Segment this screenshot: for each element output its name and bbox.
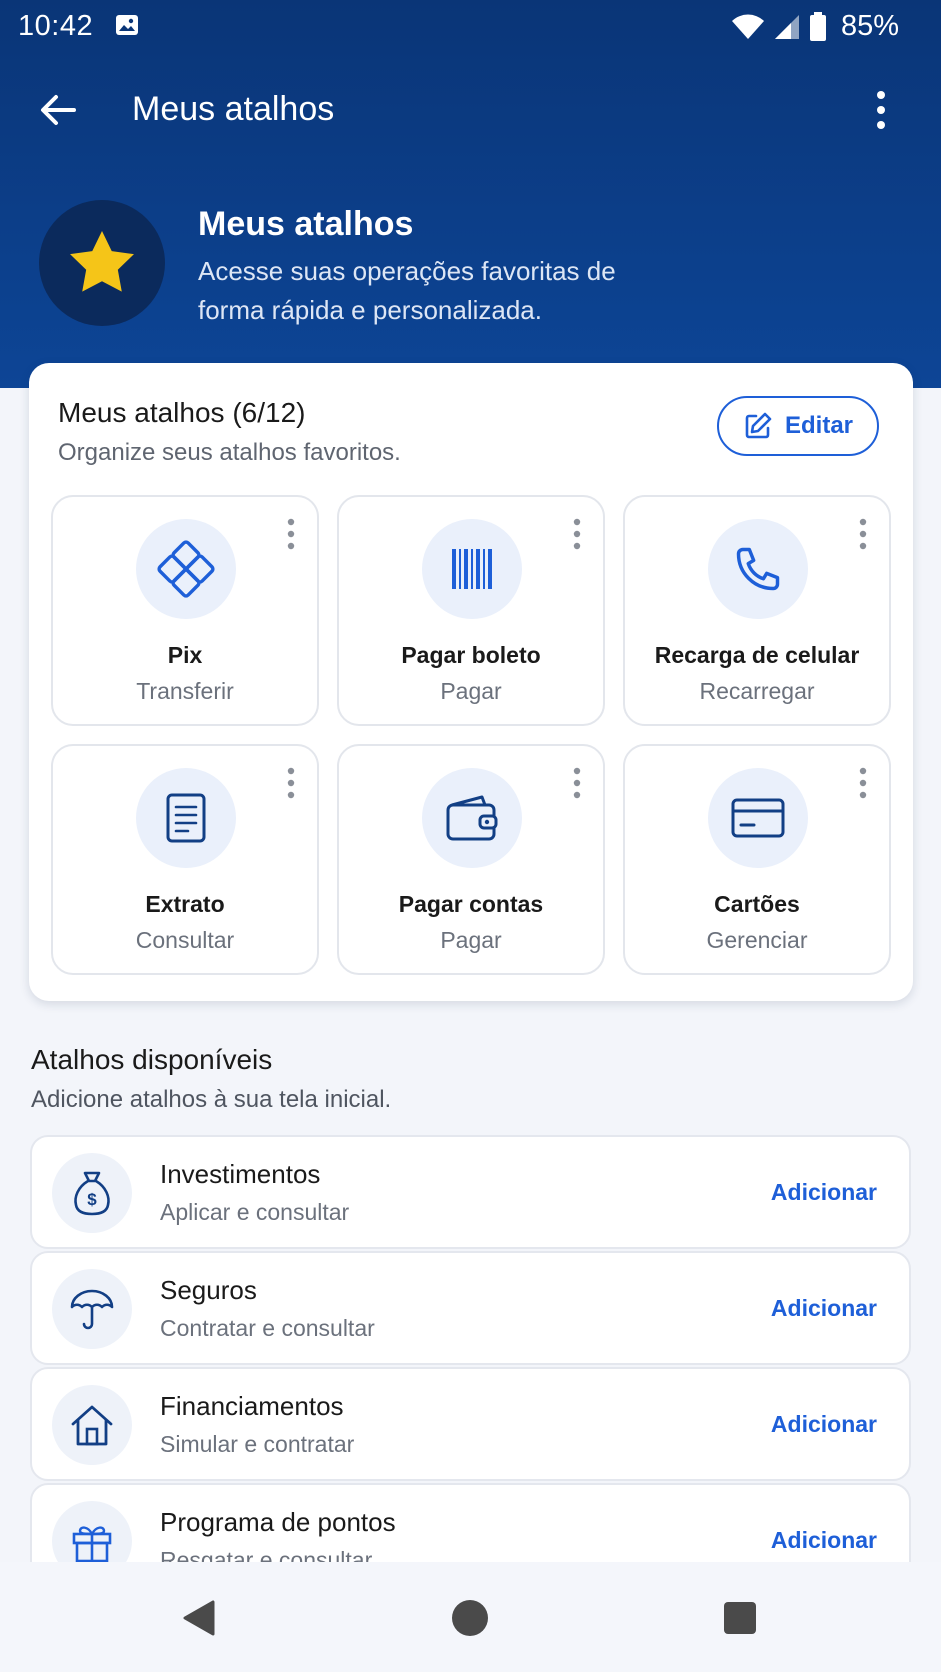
list-item-subtitle: Aplicar e consultar [160, 1199, 350, 1225]
hero-subtitle: Acesse suas operações favoritas de forma… [198, 256, 616, 325]
shortcut-tile-pagar-contas[interactable]: Pagar contas Pagar [337, 744, 605, 975]
available-list: $ Investimentos Aplicar e consultar Adic… [0, 1130, 941, 1562]
tile-more-button[interactable] [567, 766, 587, 800]
tile-more-button[interactable] [281, 517, 301, 551]
hero-title: Meus atalhos [198, 205, 414, 243]
list-item-title: Programa de pontos [160, 1507, 396, 1537]
svg-text:$: $ [87, 1190, 97, 1209]
triangle-back-icon [183, 1600, 215, 1636]
tile-sublabel: Recarregar [699, 678, 815, 704]
list-icon-bg: $ [52, 1153, 132, 1233]
pix-icon [157, 540, 215, 598]
shortcut-tile-extrato[interactable]: Extrato Consultar [51, 744, 319, 975]
arrow-left-icon [41, 95, 76, 125]
shortcut-tile-pix[interactable]: Pix Transferir [51, 495, 319, 726]
cell-signal-icon [774, 14, 799, 39]
list-item-subtitle: Resgatar e consultar [160, 1547, 373, 1562]
phone-icon [736, 547, 780, 591]
add-button[interactable]: Adicionar [771, 1411, 877, 1438]
available-section-title: Atalhos disponíveis [31, 1044, 273, 1075]
edit-icon [745, 412, 772, 439]
list-item-title: Investimentos [160, 1159, 321, 1189]
add-button[interactable]: Adicionar [771, 1527, 877, 1554]
tile-icon-bg [708, 519, 808, 619]
hero-badge [39, 200, 165, 326]
nav-back-button[interactable] [183, 1600, 215, 1641]
tile-sublabel: Consultar [135, 927, 235, 953]
nav-recents-button[interactable] [724, 1602, 756, 1634]
list-item-seguros[interactable]: Seguros Contratar e consultar Adicionar [30, 1251, 911, 1365]
battery-icon [809, 11, 826, 41]
card-subtitle: Organize seus atalhos favoritos. [58, 439, 401, 466]
star-icon [70, 231, 134, 292]
tile-label: Pagar boleto [401, 642, 541, 668]
list-item-subtitle: Contratar e consultar [160, 1315, 375, 1341]
shortcut-tile-cartoes[interactable]: Cartões Gerenciar [623, 744, 891, 975]
tile-label: Cartões [714, 891, 800, 917]
wallet-icon [446, 795, 498, 841]
list-item-programa-de-pontos[interactable]: Programa de pontos Resgatar e consultar … [30, 1483, 911, 1562]
list-item-title: Seguros [160, 1275, 257, 1305]
tile-label: Pagar contas [398, 891, 544, 917]
nav-home-button[interactable] [452, 1600, 488, 1636]
list-item-investimentos[interactable]: $ Investimentos Aplicar e consultar Adic… [30, 1135, 911, 1249]
more-vertical-icon [287, 518, 295, 550]
gift-icon [72, 1526, 112, 1562]
tile-sublabel: Gerenciar [706, 927, 808, 953]
more-vertical-icon [877, 91, 885, 129]
tile-sublabel: Transferir [136, 678, 234, 704]
card-title: Meus atalhos (6/12) [58, 397, 306, 428]
app-bar: Meus atalhos [0, 68, 941, 152]
shortcut-tile-recarga[interactable]: Recarga de celular Recarregar [623, 495, 891, 726]
battery-percentage: 85% [840, 10, 899, 42]
tile-icon-bg [422, 519, 522, 619]
house-icon [71, 1405, 113, 1446]
tile-icon-bg [136, 519, 236, 619]
edit-button[interactable]: Editar [717, 396, 879, 456]
list-item-subtitle: Simular e contratar [160, 1431, 355, 1457]
tile-label: Pix [167, 642, 203, 668]
list-item-financiamentos[interactable]: Financiamentos Simular e contratar Adici… [30, 1367, 911, 1481]
list-icon-bg [52, 1501, 132, 1562]
document-icon [166, 793, 206, 843]
status-icons: 85% [731, 10, 899, 43]
tile-more-button[interactable] [853, 517, 873, 551]
barcode-icon [452, 549, 492, 589]
page-title: Meus atalhos [132, 90, 335, 128]
money-bag-icon: $ [74, 1171, 110, 1216]
add-button[interactable]: Adicionar [771, 1179, 877, 1206]
status-bar: 10:42 85% [0, 0, 941, 54]
list-icon-bg [52, 1385, 132, 1465]
system-navigation-bar [0, 1562, 941, 1672]
my-shortcuts-card: Meus atalhos (6/12) Organize seus atalho… [29, 363, 913, 1001]
overflow-menu-button[interactable] [861, 86, 901, 134]
list-icon-bg [52, 1269, 132, 1349]
status-time: 10:42 [18, 10, 94, 42]
credit-card-icon [731, 798, 785, 838]
tile-sublabel: Pagar [440, 927, 502, 953]
more-vertical-icon [287, 767, 295, 799]
tile-label: Recarga de celular [654, 642, 860, 668]
more-vertical-icon [573, 518, 581, 550]
more-vertical-icon [859, 767, 867, 799]
tile-more-button[interactable] [281, 766, 301, 800]
shortcut-tile-pagar-boleto[interactable]: Pagar boleto Pagar [337, 495, 605, 726]
add-button[interactable]: Adicionar [771, 1295, 877, 1322]
umbrella-icon [70, 1289, 114, 1330]
tile-sublabel: Pagar [440, 678, 502, 704]
wifi-icon [731, 14, 764, 39]
edit-button-label: Editar [784, 412, 853, 439]
tile-label: Extrato [145, 891, 225, 917]
tile-icon-bg [136, 768, 236, 868]
tile-icon-bg [422, 768, 522, 868]
gallery-notification-icon [114, 12, 140, 46]
tile-more-button[interactable] [567, 517, 587, 551]
back-button[interactable] [36, 88, 86, 132]
tile-icon-bg [708, 768, 808, 868]
available-section-subtitle: Adicione atalhos à sua tela inicial. [31, 1086, 392, 1113]
tile-more-button[interactable] [853, 766, 873, 800]
list-item-title: Financiamentos [160, 1391, 344, 1421]
more-vertical-icon [573, 767, 581, 799]
more-vertical-icon [859, 518, 867, 550]
